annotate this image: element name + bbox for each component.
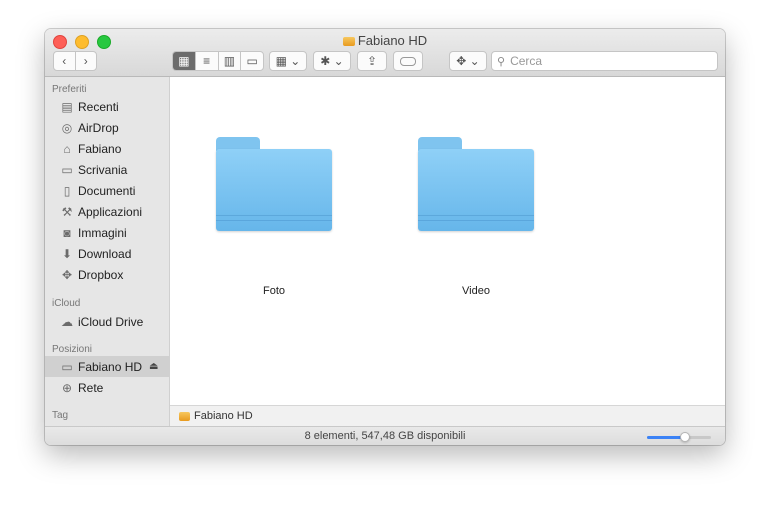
sidebar-item-applicazioni[interactable]: ⚒ Applicazioni xyxy=(45,201,169,222)
documents-icon: ▯ xyxy=(63,183,71,198)
sidebar-item-label: Fabiano xyxy=(78,141,122,156)
folder-line xyxy=(418,220,534,221)
network-icon: ⊕ xyxy=(61,380,73,395)
sidebar-item-label: Documenti xyxy=(78,183,136,198)
share-icon: ⇪ xyxy=(366,54,378,68)
tag-icon xyxy=(400,56,416,66)
sidebar-item-immagini[interactable]: ◙ Immagini xyxy=(45,222,169,243)
forward-button[interactable]: › xyxy=(76,52,97,70)
sidebar-item-label: Immagini xyxy=(78,225,127,240)
sidebar-item-label: iCloud Drive xyxy=(78,314,144,329)
folder-label-foto[interactable]: Foto xyxy=(204,285,344,297)
sidebar-heading-tags: Tag xyxy=(52,410,69,421)
airdrop-icon: ◎ xyxy=(61,120,73,135)
sidebar-item-airdrop[interactable]: ◎ AirDrop xyxy=(45,117,169,138)
sidebar-item-label: Dropbox xyxy=(78,267,124,282)
window-title-wrap: Fabiano HD xyxy=(45,33,725,48)
sidebar-item-label: Applicazioni xyxy=(78,204,143,219)
sidebar-item-dropbox[interactable]: ✥ Dropbox xyxy=(45,264,169,285)
share-button[interactable]: ⇪ xyxy=(357,51,387,71)
harddrive-icon: ▭ xyxy=(61,359,73,374)
group-button[interactable]: ▦ ⌄ xyxy=(269,51,307,71)
folder-body xyxy=(418,149,534,231)
desktop-icon: ▭ xyxy=(61,162,73,177)
folder-line xyxy=(216,220,332,221)
sidebar-item-label: Download xyxy=(78,246,132,261)
sidebar-item-label: Rete xyxy=(78,380,104,395)
list-view-button[interactable]: ≡ xyxy=(196,52,219,70)
gallery-view-button[interactable]: ▭ xyxy=(241,52,263,70)
chevron-left-icon: ‹ xyxy=(62,54,67,68)
folder-body xyxy=(216,149,332,231)
slider-knob[interactable] xyxy=(680,432,691,442)
dropbox-button[interactable]: ✥ ⌄ xyxy=(449,51,487,71)
dropbox-toolbar-icon: ✥ ⌄ xyxy=(456,54,480,68)
recents-icon: ▤ xyxy=(61,99,73,114)
search-input[interactable] xyxy=(508,53,703,69)
icon-view-button[interactable]: ▦ xyxy=(173,52,196,70)
dropbox-icon: ✥ xyxy=(61,267,73,282)
back-button[interactable]: ‹ xyxy=(54,52,76,70)
sidebar-item-label: Scrivania xyxy=(78,162,128,177)
folder-label-video[interactable]: Video xyxy=(406,285,546,297)
view-mode-segment: ▦ ≡ ▥ ▭ xyxy=(172,51,264,71)
sidebar-item-rete[interactable]: ⊕ Rete xyxy=(45,377,169,398)
window-title: Fabiano HD xyxy=(357,33,428,48)
harddrive-title-icon xyxy=(342,37,355,46)
status-text: 8 elementi, 547,48 GB disponibili xyxy=(304,430,466,442)
list-view-icon: ≡ xyxy=(203,54,211,68)
status-bar: 8 elementi, 547,48 GB disponibili xyxy=(45,426,725,445)
download-icon: ⬇ xyxy=(61,246,73,261)
camera-icon: ◙ xyxy=(63,225,71,240)
icon-size-slider[interactable] xyxy=(647,432,711,442)
folder-icon[interactable] xyxy=(418,137,534,231)
sidebar-item-label: AirDrop xyxy=(78,120,119,135)
action-button[interactable]: ✱ ⌄ xyxy=(313,51,351,71)
column-view-button[interactable]: ▥ xyxy=(219,52,242,70)
nav-buttons: ‹ › xyxy=(53,51,97,71)
sidebar-heading-locations: Posizioni xyxy=(52,344,93,355)
gear-icon: ✱ ⌄ xyxy=(320,54,344,68)
sidebar: Preferiti ▤ Recenti ◎ AirDrop ⌂ Fabiano … xyxy=(45,77,170,427)
icon-view-icon: ▦ xyxy=(178,54,190,68)
title-bar: Fabiano HD ‹ › ▦ ≡ ▥ ▭ ▦ ⌄ ✱ ⌄ ⇪ ✥ ⌄ ⚲ xyxy=(45,29,725,77)
file-browser: Foto Video xyxy=(170,77,725,405)
sidebar-item-scrivania[interactable]: ▭ Scrivania xyxy=(45,159,169,180)
sidebar-heading-icloud: iCloud xyxy=(52,298,81,309)
sidebar-item-label: Recenti xyxy=(78,99,119,114)
group-icon: ▦ ⌄ xyxy=(275,54,301,68)
eject-icon[interactable]: ⏏ xyxy=(149,361,158,372)
tag-button[interactable] xyxy=(393,51,423,71)
sidebar-item-documenti[interactable]: ▯ Documenti xyxy=(45,180,169,201)
harddrive-path-icon xyxy=(179,411,190,421)
gallery-view-icon: ▭ xyxy=(246,54,258,68)
sidebar-item-download[interactable]: ⬇ Download xyxy=(45,243,169,264)
search-field[interactable]: ⚲ xyxy=(491,51,718,71)
sidebar-item-fabiano[interactable]: ⌂ Fabiano xyxy=(45,138,169,159)
cloud-icon: ☁ xyxy=(61,314,73,329)
sidebar-item-icloud-drive[interactable]: ☁ iCloud Drive xyxy=(45,311,169,332)
folder-line xyxy=(216,215,332,216)
path-item[interactable]: Fabiano HD xyxy=(194,410,253,422)
home-icon: ⌂ xyxy=(63,141,71,156)
sidebar-item-fabiano-hd[interactable]: ▭ Fabiano HD ⏏ xyxy=(45,356,169,377)
sidebar-item-recenti[interactable]: ▤ Recenti xyxy=(45,96,169,117)
folder-icon[interactable] xyxy=(216,137,332,231)
chevron-right-icon: › xyxy=(83,54,88,68)
sidebar-heading-favorites: Preferiti xyxy=(52,84,87,95)
path-bar: Fabiano HD xyxy=(170,405,725,426)
column-view-icon: ▥ xyxy=(223,54,236,68)
sidebar-item-label: Fabiano HD xyxy=(78,359,143,374)
folder-line xyxy=(418,215,534,216)
search-icon: ⚲ xyxy=(497,55,506,68)
applications-icon: ⚒ xyxy=(61,204,73,219)
finder-window: Fabiano HD ‹ › ▦ ≡ ▥ ▭ ▦ ⌄ ✱ ⌄ ⇪ ✥ ⌄ ⚲ P… xyxy=(45,29,725,445)
